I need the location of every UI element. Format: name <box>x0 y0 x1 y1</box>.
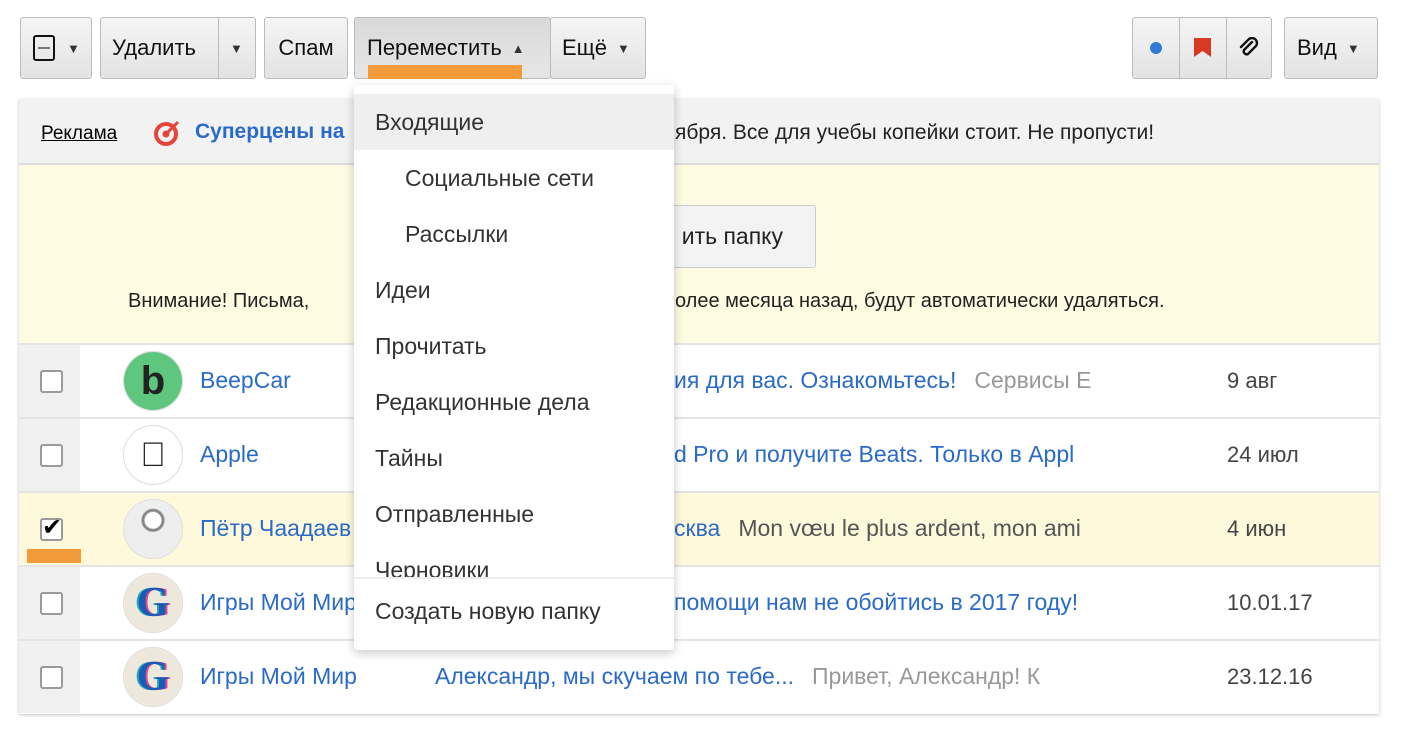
chevron-down-icon[interactable]: ▼ <box>219 41 243 56</box>
message-row[interactable]: G Игры Мой Мир Александр, мы скучаем по … <box>19 639 1379 713</box>
dot-icon <box>1150 42 1163 54</box>
message-checkbox[interactable] <box>40 592 63 615</box>
folder-item[interactable]: Социальные сети <box>354 150 674 206</box>
message-row[interactable]:  Apple d Pro и получите Beats. Только в… <box>19 417 1379 491</box>
folder-item[interactable]: Идеи <box>354 262 674 318</box>
view-label: Вид <box>1297 35 1337 60</box>
folder-item[interactable]: Входящие <box>354 94 674 150</box>
sender-avatar:  <box>123 425 183 485</box>
folder-item[interactable]: Редакционные дела <box>354 374 674 430</box>
delete-button[interactable]: Удалить ▼ <box>100 17 256 79</box>
cleanup-warning: ить папку Внимание! Письма, олее месяца … <box>19 165 1379 345</box>
message-row[interactable]: ✔ Пётр Чаадаев сква Mon vœu le plus arden… <box>19 491 1379 565</box>
unread-filter-button[interactable] <box>1133 18 1179 78</box>
spam-label: Спам <box>278 35 334 60</box>
portrait-avatar <box>124 500 182 558</box>
message-date: 24 июл <box>1227 442 1299 467</box>
message-subject[interactable]: d Pro и получите Beats. Только в Appl <box>674 441 1138 468</box>
message-preview: Сервисы Е <box>974 367 1092 393</box>
message-checkbox[interactable] <box>40 444 63 467</box>
selection-indicator <box>27 549 81 563</box>
message-subject[interactable]: помощи нам не обойтись в 2017 году! <box>674 589 1138 616</box>
message-subject[interactable]: Александр, мы скучаем по тебе... Привет, … <box>435 663 1138 690</box>
message-date: 23.12.16 <box>1227 664 1313 689</box>
subject-text: Александр, мы скучаем по тебе... <box>435 663 795 689</box>
message-date: 10.01.17 <box>1227 590 1313 615</box>
message-preview: Mon vœu le plus ardent, mon ami <box>738 515 1081 541</box>
games-logo-icon: G <box>124 574 182 632</box>
message-preview: Привет, Александр! К <box>812 663 1041 689</box>
folder-item[interactable]: Рассылки <box>354 206 674 262</box>
subject-text: сква <box>674 515 721 541</box>
ad-text[interactable]: ября. Все для учебы копейки стоит. Не пр… <box>675 121 1154 145</box>
checkbox-minus-icon <box>33 35 55 61</box>
paperclip-icon <box>1239 37 1258 56</box>
create-folder-item[interactable]: Создать новую папку <box>354 583 674 639</box>
folder-action-label: ить папку <box>681 223 783 249</box>
more-button[interactable]: Ещё ▼ <box>550 17 646 79</box>
sender-avatar <box>123 499 183 559</box>
ad-label[interactable]: Реклама <box>41 123 117 145</box>
chevron-up-icon: ▲ <box>511 40 525 56</box>
warning-text: Внимание! Письма, <box>128 290 310 312</box>
flag-icon <box>1193 38 1211 57</box>
sender-avatar: G <box>123 573 183 633</box>
filter-group <box>1132 17 1272 79</box>
delete-label: Удалить <box>112 35 196 60</box>
chevron-down-icon: ▼ <box>1346 40 1360 56</box>
move-button[interactable]: Переместить ▲ <box>354 17 551 79</box>
warning-text-tail: олее месяца назад, будут автоматически у… <box>675 290 1165 312</box>
games-logo-icon: G <box>124 648 182 706</box>
subject-text: помощи нам не обойтись в 2017 году! <box>674 589 1079 615</box>
more-label: Ещё <box>562 35 608 60</box>
sender-avatar: G <box>123 647 183 707</box>
apple-logo-icon:  <box>140 436 166 475</box>
subject-text: d Pro и получите Beats. Только в Appl <box>674 441 1075 467</box>
subject-text: ия для вас. Ознакомьтесь! <box>674 367 957 393</box>
folder-item[interactable]: Тайны <box>354 430 674 486</box>
message-list-panel: Реклама Суперцены на ября. Все для учебы… <box>19 99 1379 714</box>
sender-name[interactable]: Игры Мой Мир <box>200 663 375 690</box>
move-to-folder-menu: Входящие Социальные сети Рассылки Идеи Прочи… <box>354 85 674 650</box>
beepcar-logo-icon: b <box>124 352 182 410</box>
attachment-filter-button[interactable] <box>1227 18 1271 78</box>
ad-bar: Реклама Суперцены на ября. Все для учебы… <box>19 99 1379 165</box>
message-date: 4 июн <box>1227 516 1287 541</box>
message-checkbox[interactable] <box>40 370 63 393</box>
target-icon <box>154 120 180 146</box>
message-date: 9 авг <box>1227 368 1278 393</box>
ad-title[interactable]: Суперцены на <box>195 120 344 144</box>
view-button[interactable]: Вид ▼ <box>1284 17 1378 79</box>
sender-avatar: b <box>123 351 183 411</box>
active-indicator <box>368 65 522 79</box>
select-all-button[interactable]: ▼ <box>20 17 92 79</box>
message-checkbox[interactable]: ✔ <box>40 516 63 541</box>
checkmark-icon: ✔ <box>42 514 63 541</box>
folder-item[interactable]: Отправленные <box>354 486 674 542</box>
message-checkbox[interactable] <box>40 666 63 689</box>
message-subject[interactable]: сква Mon vœu le plus ardent, mon ami <box>674 515 1138 542</box>
move-label: Переместить <box>367 35 502 60</box>
folder-item[interactable]: Прочитать <box>354 318 674 374</box>
message-row[interactable]: G Игры Мой Мир помощи нам не обойтись в … <box>19 565 1379 639</box>
chevron-down-icon: ▼ <box>617 40 630 56</box>
chevron-down-icon: ▼ <box>67 40 80 56</box>
message-subject[interactable]: ия для вас. Ознакомьтесь! Сервисы Е <box>674 367 1138 394</box>
spam-button[interactable]: Спам <box>264 17 348 79</box>
flagged-filter-button[interactable] <box>1180 18 1225 78</box>
message-row[interactable]: b BeepCar ия для вас. Ознакомьтесь! Серви… <box>19 343 1379 417</box>
